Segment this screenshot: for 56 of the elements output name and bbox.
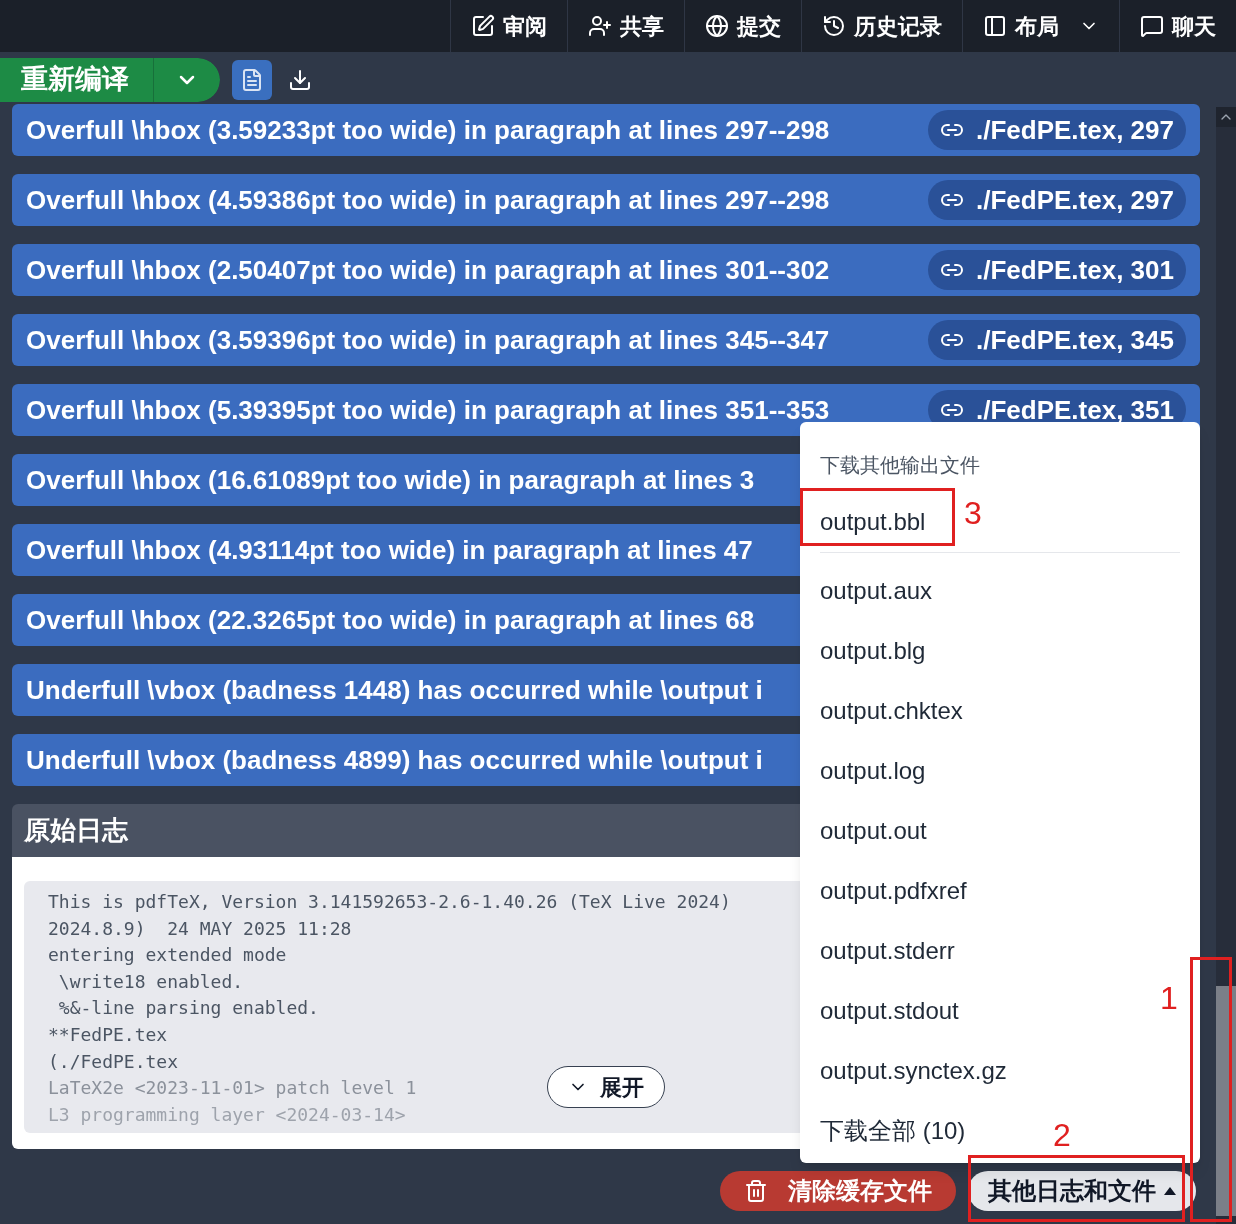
log-line: entering extended mode: [48, 943, 287, 968]
log-message: Overfull \hbox (16.61089pt too wide) in paragraph at lines 3: [26, 463, 755, 497]
file-link[interactable]: ./FedPE.tex, 297: [928, 110, 1186, 150]
history-icon: [822, 14, 846, 38]
log-message: Overfull \hbox (2.50407pt too wide) in paragraph at lines 301--302: [26, 253, 830, 287]
log-line: (./FedPE.tex: [48, 1049, 179, 1074]
download-icon: [288, 67, 312, 92]
annotation-number: 2: [1053, 1119, 1071, 1151]
document-button[interactable]: [232, 59, 272, 100]
log-line: LaTeX2e <2023-11-01> patch level 1: [48, 1076, 417, 1101]
raw-log-title: 原始日志: [24, 814, 128, 847]
menu-item[interactable]: output.pdfxref: [820, 861, 1140, 921]
pen-square-icon: [471, 14, 495, 38]
globe-icon: [705, 14, 729, 38]
log-entry[interactable]: Overfull \hbox (5.39395pt too wide) in paragraph at lines 351--353 ./FedPE.tex, 351: [12, 384, 1200, 436]
log-message: Overfull \hbox (3.59396pt too wide) in paragraph at lines 345--347: [26, 323, 830, 357]
log-message: Overfull \hbox (22.3265pt too wide) in paragraph at lines 68: [26, 603, 755, 637]
clear-cache-button[interactable]: 清除缓存文件: [720, 1171, 956, 1211]
file-link[interactable]: ./FedPE.tex, 301: [928, 250, 1186, 290]
file-link[interactable]: ./FedPE.tex, 345: [928, 320, 1186, 360]
chat-icon: [1140, 14, 1164, 38]
scroll-thumb[interactable]: [1216, 986, 1236, 1216]
log-message: Overfull \hbox (5.39395pt too wide) in paragraph at lines 351--353: [26, 393, 830, 427]
log-message: Overfull \hbox (4.59386pt too wide) in paragraph at lines 297--298: [26, 183, 830, 217]
menu-item[interactable]: output.stderr: [820, 921, 1140, 981]
log-message: Overfull \hbox (3.59233pt too wide) in paragraph at lines 297--298: [26, 113, 830, 147]
menu-item[interactable]: output.stdout: [820, 981, 1140, 1041]
chevron-down-icon: [179, 74, 195, 85]
log-entry[interactable]: Overfull \hbox (3.59396pt too wide) in paragraph at lines 345--347 ./FedPE.tex, 345: [12, 314, 1200, 366]
expand-button[interactable]: 展开: [547, 1066, 665, 1108]
document-icon: [240, 67, 264, 92]
log-message: Overfull \hbox (4.93114pt too wide) in paragraph at lines 47: [26, 533, 753, 567]
log-line: This is pdfTeX, Version 3.141592653-2.6-1.40.26 (TeX Live 2024): [48, 890, 731, 914]
other-logs-button[interactable]: 其他日志和文件: [968, 1171, 1196, 1211]
log-line: L3 programming layer <2024-03-14>: [48, 1102, 406, 1127]
log-entry[interactable]: Overfull \hbox (2.50407pt too wide) in paragraph at lines 301--302 ./FedPE.tex, 301: [12, 244, 1200, 296]
download-all-item[interactable]: 下载全部 (10): [820, 1101, 1020, 1161]
menu-item[interactable]: output.out: [820, 801, 1140, 861]
log-entry[interactable]: Overfull \hbox (4.59386pt too wide) in paragraph at lines 297--298 ./FedPE.tex, 297: [12, 174, 1200, 226]
log-message: Underfull \vbox (badness 4899) has occurred while \output i: [26, 743, 763, 777]
log-line: \write18 enabled.: [57, 969, 244, 994]
recompile-button[interactable]: 重新编译: [0, 57, 154, 102]
log-line: **FedPE.tex: [48, 1022, 168, 1047]
panel-icon: [983, 14, 1007, 38]
caret-up-icon: [1164, 1187, 1176, 1195]
menu-item[interactable]: output.synctex.gz: [820, 1041, 1140, 1101]
log-line: %&-line parsing enabled.: [57, 996, 319, 1021]
recompile-options-button[interactable]: [154, 57, 220, 102]
add-user-icon: [588, 14, 612, 38]
log-entry[interactable]: Overfull \hbox (3.59233pt too wide) in paragraph at lines 297--298 ./FedPE.tex, 297: [12, 104, 1200, 156]
annotation-number: 1: [1160, 982, 1178, 1014]
log-message: Underfull \vbox (badness 1448) has occurred while \output i: [26, 673, 763, 707]
menu-heading: 下载其他输出文件: [820, 453, 981, 478]
log-line: 2024.8.9) 24 MAY 2025 11:28: [48, 916, 352, 941]
trash-icon: [744, 1179, 768, 1203]
file-link[interactable]: ./FedPE.tex, 297: [928, 180, 1186, 220]
